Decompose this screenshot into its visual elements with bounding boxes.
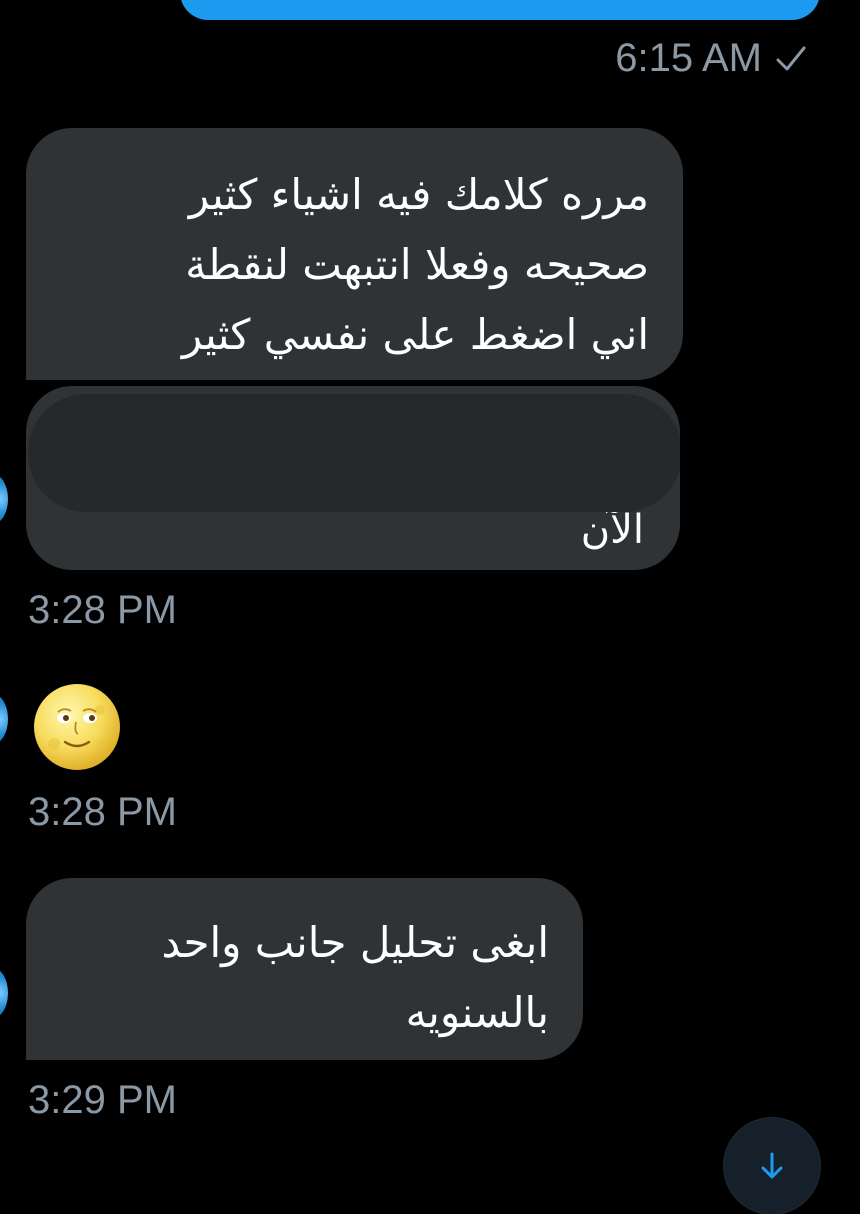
received-message-bubble[interactable]: ابغى تحليل جانب واحد بالسنويه	[26, 878, 583, 1060]
message-visible-tail: الآن	[580, 507, 644, 553]
message-timestamp: 3:28 PM	[28, 790, 177, 834]
check-icon	[776, 46, 806, 70]
sender-avatar[interactable]	[0, 474, 8, 524]
message-line: صحيحه وفعلا انتبهت لنقطة	[185, 240, 649, 289]
sender-avatar[interactable]	[0, 694, 8, 744]
message-line: اني اضغط على نفسي كثير	[181, 310, 649, 359]
timestamp-text: 6:15 AM	[615, 36, 762, 80]
arrow-down-icon	[761, 1152, 783, 1179]
full-moon-face-emoji[interactable]	[32, 682, 122, 772]
received-message-bubble-redacted[interactable]: الآن	[26, 386, 680, 570]
message-line: مرره كلامك فيه اشياء كثير	[188, 170, 649, 219]
sent-message-bubble[interactable]	[180, 0, 820, 20]
redaction-overlay	[28, 394, 680, 512]
message-timestamp: 3:29 PM	[28, 1078, 177, 1122]
received-message-bubble[interactable]: مرره كلامك فيه اشياء كثير صحيحه وفعلا ان…	[26, 128, 683, 380]
sender-avatar[interactable]	[0, 968, 8, 1018]
sent-message-timestamp: 6:15 AM	[615, 36, 808, 81]
message-line: بالسنويه	[405, 988, 549, 1037]
message-line: ابغى تحليل جانب واحد	[161, 918, 549, 967]
message-timestamp: 3:28 PM	[28, 588, 177, 632]
